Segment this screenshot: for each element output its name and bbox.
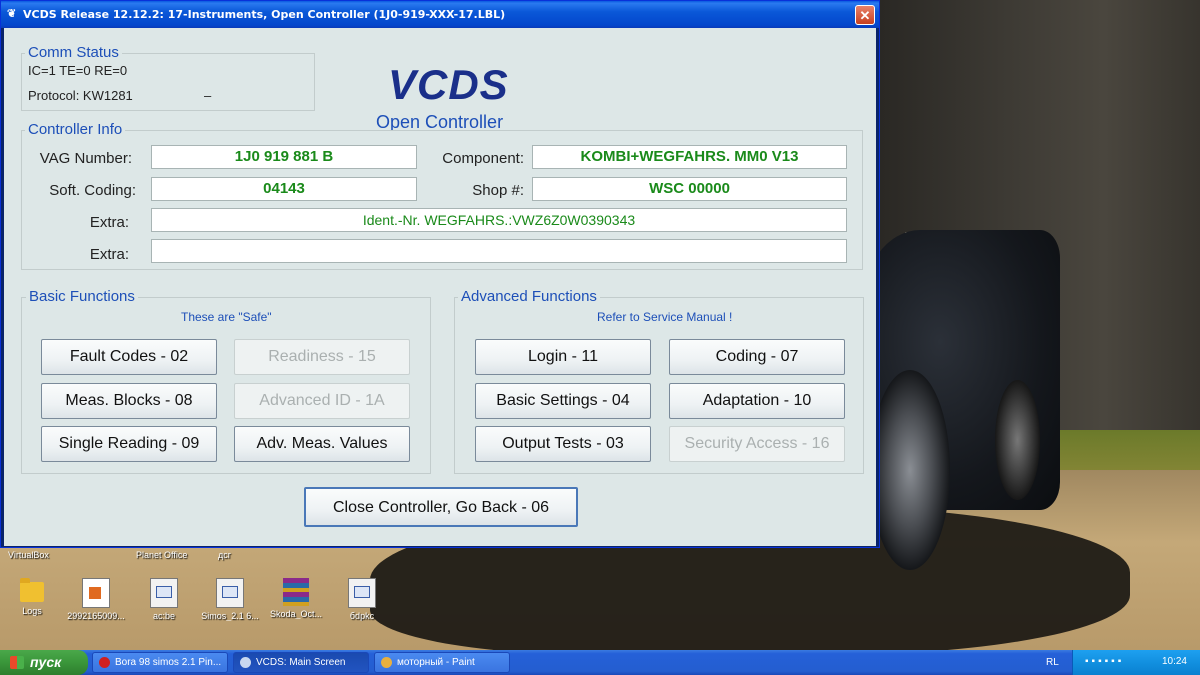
controller-info-title: Controller Info — [25, 121, 126, 138]
document-file-icon — [348, 578, 376, 608]
taskbar-item-vcds[interactable]: VCDS: Main Screen — [233, 652, 369, 673]
extra-1-field: Ident.-Nr. WEGFAHRS.:VWZ6Z0W0390343 — [151, 208, 847, 232]
document-file-icon — [150, 578, 178, 608]
opera-icon — [99, 657, 110, 668]
window-title: VCDS Release 12.12.2: 17-Instruments, Op… — [23, 8, 506, 21]
window-client-area: Comm Status IC=1 TE=0 RE=0 Protocol: KW1… — [4, 28, 876, 546]
car-wheel-front — [870, 370, 950, 570]
close-window-button[interactable]: ✕ — [855, 5, 875, 25]
shop-number-label: Shop #: — [472, 182, 524, 199]
comm-protocol: Protocol: KW1281 — [28, 88, 133, 103]
desktop-icon-file[interactable]: 2992165009... — [66, 578, 126, 621]
extra-2-label: Extra: — [89, 246, 129, 263]
archive-file-icon — [283, 578, 309, 606]
tray-icons[interactable]: ▪▪▪▪▪▪ — [1085, 656, 1124, 667]
start-button[interactable]: пуск — [0, 650, 88, 675]
vag-number-label: VAG Number: — [39, 150, 132, 167]
tray-clock[interactable]: 10:24 — [1162, 656, 1187, 667]
advanced-functions-title: Advanced Functions — [458, 288, 600, 305]
component-label: Component: — [442, 150, 524, 167]
paint-icon — [381, 657, 392, 668]
desktop-icon-logs[interactable]: Logs — [2, 578, 62, 616]
folder-icon — [20, 578, 44, 602]
vcds-app-icon: ❦ — [7, 8, 17, 20]
vcds-window: ❦ VCDS Release 12.12.2: 17-Instruments, … — [0, 0, 880, 548]
security-access-button: Security Access - 16 — [669, 426, 845, 462]
close-controller-button[interactable]: Close Controller, Go Back - 06 — [304, 487, 578, 527]
taskbar-item-paint[interactable]: моторный - Paint — [374, 652, 510, 673]
adv-meas-values-button[interactable]: Adv. Meas. Values — [234, 426, 410, 462]
comm-counters: IC=1 TE=0 RE=0 — [28, 63, 128, 78]
language-indicator[interactable]: RL — [1046, 657, 1059, 668]
login-button[interactable]: Login - 11 — [475, 339, 651, 375]
taskbar: пуск Bora 98 simos 2.1 Pin... VCDS: Main… — [0, 650, 1200, 675]
advanced-functions-note: Refer to Service Manual ! — [597, 310, 733, 324]
vag-number-field: 1J0 919 881 B — [151, 145, 417, 169]
output-tests-button[interactable]: Output Tests - 03 — [475, 426, 651, 462]
vcds-icon — [240, 657, 251, 668]
vcds-logo: VCDS — [388, 61, 509, 108]
soft-coding-label: Soft. Coding: — [49, 182, 136, 199]
desktop-icon-simos[interactable]: Simos_2.1 6... — [200, 578, 260, 621]
extra-1-label: Extra: — [89, 214, 129, 231]
advanced-id-button: Advanced ID - 1A — [234, 383, 410, 419]
taskbar-item-browser[interactable]: Bora 98 simos 2.1 Pin... — [92, 652, 228, 673]
shop-number-field: WSC 00000 — [532, 177, 847, 201]
car-wheel-rear — [995, 380, 1040, 500]
basic-functions-note: These are "Safe" — [181, 310, 272, 324]
windows-flag-icon — [10, 656, 24, 669]
meas-blocks-button[interactable]: Meas. Blocks - 08 — [41, 383, 217, 419]
desktop-label-virtualbox[interactable]: VirtualBox — [8, 550, 49, 560]
basic-settings-button[interactable]: Basic Settings - 04 — [475, 383, 651, 419]
single-reading-button[interactable]: Single Reading - 09 — [41, 426, 217, 462]
desktop-icon-bdpkc[interactable]: бdpkc — [332, 578, 392, 621]
coding-button[interactable]: Coding - 07 — [669, 339, 845, 375]
comm-activity-indicator: – — [204, 88, 212, 103]
desktop-icon-acbe[interactable]: ac:be — [134, 578, 194, 621]
desktop-label-planet-office[interactable]: Planet Office — [136, 550, 187, 560]
window-titlebar[interactable]: ❦ VCDS Release 12.12.2: 17-Instruments, … — [1, 1, 879, 28]
readiness-button: Readiness - 15 — [234, 339, 410, 375]
component-field: KOMBI+WEGFAHRS. MM0 V13 — [532, 145, 847, 169]
document-file-icon — [216, 578, 244, 608]
extra-2-field — [151, 239, 847, 263]
comm-status-title: Comm Status — [25, 44, 122, 61]
presentation-file-icon — [82, 578, 110, 608]
desktop-icon-skoda[interactable]: Skoda_Oct... — [266, 578, 326, 619]
soft-coding-field: 04143 — [151, 177, 417, 201]
basic-functions-title: Basic Functions — [26, 288, 138, 305]
fault-codes-button[interactable]: Fault Codes - 02 — [41, 339, 217, 375]
system-tray: ▪▪▪▪▪▪ 10:24 — [1072, 650, 1200, 675]
adaptation-button[interactable]: Adaptation - 10 — [669, 383, 845, 419]
desktop-label-dsg[interactable]: дсг — [218, 550, 231, 560]
